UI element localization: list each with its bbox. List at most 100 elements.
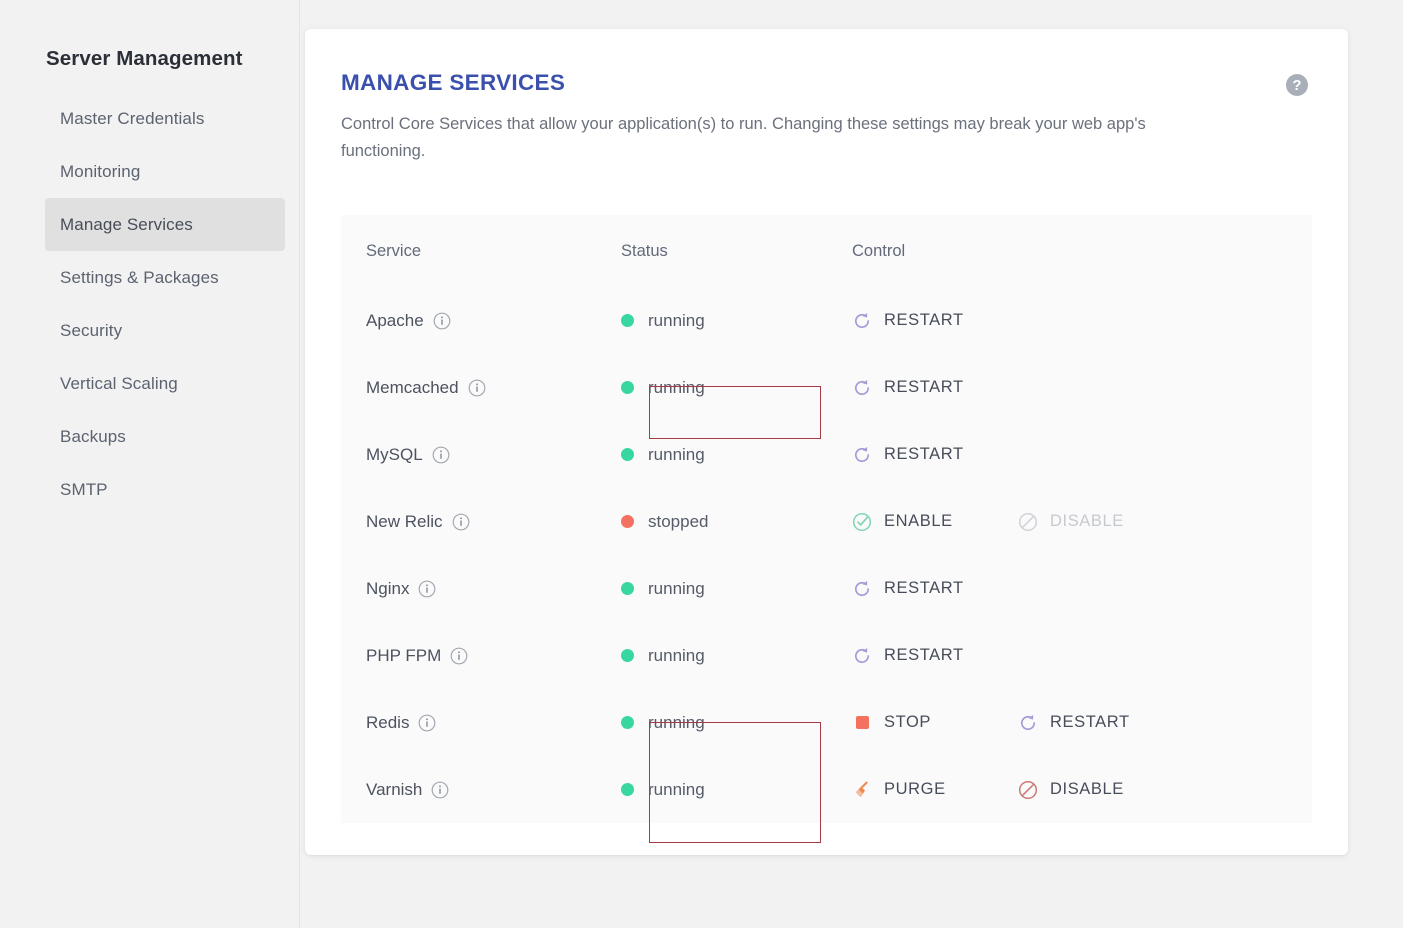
sidebar-item-label: SMTP bbox=[60, 479, 108, 499]
services-table: Service Status Control Apache running REST… bbox=[341, 215, 1312, 823]
sidebar-item-backups[interactable]: Backups bbox=[45, 410, 285, 463]
status-label: running bbox=[648, 310, 705, 330]
disable-button[interactable]: DISABLE bbox=[1018, 780, 1184, 800]
status-cell: running bbox=[621, 579, 852, 599]
svg-text:?: ? bbox=[1292, 77, 1301, 94]
info-icon[interactable] bbox=[418, 714, 436, 732]
info-icon[interactable] bbox=[433, 312, 451, 330]
table-row: Nginx running RESTART bbox=[341, 555, 1312, 622]
sidebar-nav: Master Credentials Monitoring Manage Servi… bbox=[45, 92, 285, 516]
control-label: PURGE bbox=[884, 780, 946, 798]
control-cell: ENABLE DISABLE bbox=[852, 512, 1312, 532]
sidebar-item-manage-services[interactable]: Manage Services bbox=[45, 198, 285, 251]
restart-button[interactable]: RESTART bbox=[1018, 713, 1184, 733]
status-cell: stopped bbox=[621, 512, 852, 532]
restart-button[interactable]: RESTART bbox=[852, 311, 1018, 331]
status-dot-running bbox=[621, 716, 634, 729]
column-header-control: Control bbox=[852, 241, 906, 260]
status-label: running bbox=[648, 377, 705, 397]
manage-services-card: MANAGE SERVICES Control Core Services th… bbox=[305, 29, 1348, 855]
restart-icon bbox=[1018, 713, 1038, 733]
sidebar: Server Management Master Credentials Moni… bbox=[0, 0, 300, 928]
info-icon[interactable] bbox=[432, 446, 450, 464]
control-label: ENABLE bbox=[884, 512, 953, 530]
table-body: Apache running RESTART Memcached running REST… bbox=[341, 287, 1312, 823]
restart-icon bbox=[852, 378, 872, 398]
restart-button[interactable]: RESTART bbox=[852, 579, 1018, 599]
info-icon[interactable] bbox=[431, 781, 449, 799]
info-icon[interactable] bbox=[418, 580, 436, 598]
control-cell: RESTART bbox=[852, 378, 1312, 398]
disable-button: DISABLE bbox=[1018, 512, 1184, 532]
sidebar-item-monitoring[interactable]: Monitoring bbox=[45, 145, 285, 198]
ban-icon bbox=[1018, 512, 1038, 532]
sidebar-item-label: Master Credentials bbox=[60, 108, 205, 128]
restart-button[interactable]: RESTART bbox=[852, 646, 1018, 666]
restart-icon bbox=[852, 311, 872, 331]
status-label: running bbox=[648, 645, 705, 665]
table-row: PHP FPM running RESTART bbox=[341, 622, 1312, 689]
status-cell: running bbox=[621, 378, 852, 398]
column-header-service: Service bbox=[366, 241, 422, 260]
status-label: stopped bbox=[648, 511, 709, 531]
table-row: Varnish running PURGE DISABLE bbox=[341, 756, 1312, 823]
stop-button[interactable]: STOP bbox=[852, 713, 1018, 733]
restart-icon bbox=[852, 445, 872, 465]
control-cell: PURGE DISABLE bbox=[852, 780, 1312, 800]
page-title: MANAGE SERVICES bbox=[341, 70, 566, 95]
table-row: New Relic stopped ENABLE DISABLE bbox=[341, 488, 1312, 555]
status-dot-running bbox=[621, 649, 634, 662]
service-cell: Redis bbox=[341, 713, 621, 733]
table-header-row: Service Status Control bbox=[341, 215, 1312, 287]
sidebar-item-label: Backups bbox=[60, 426, 126, 446]
sidebar-item-smtp[interactable]: SMTP bbox=[45, 463, 285, 516]
status-dot-running bbox=[621, 448, 634, 461]
status-cell: running bbox=[621, 646, 852, 666]
control-cell: STOP RESTART bbox=[852, 713, 1312, 733]
sidebar-item-security[interactable]: Security bbox=[45, 304, 285, 357]
sidebar-item-label: Manage Services bbox=[60, 214, 193, 234]
table-row: Apache running RESTART bbox=[341, 287, 1312, 354]
purge-button[interactable]: PURGE bbox=[852, 780, 1018, 800]
status-dot-stopped bbox=[621, 515, 634, 528]
status-dot-running bbox=[621, 783, 634, 796]
service-name: Redis bbox=[366, 712, 410, 732]
info-icon[interactable] bbox=[450, 647, 468, 665]
status-label: running bbox=[648, 712, 705, 732]
control-cell: RESTART bbox=[852, 646, 1312, 666]
service-cell: Varnish bbox=[341, 780, 621, 800]
table-row: MySQL running RESTART bbox=[341, 421, 1312, 488]
sidebar-item-master-credentials[interactable]: Master Credentials bbox=[45, 92, 285, 145]
control-label: DISABLE bbox=[1050, 780, 1124, 798]
service-name: New Relic bbox=[366, 511, 443, 531]
status-dot-running bbox=[621, 381, 634, 394]
sidebar-item-vertical-scaling[interactable]: Vertical Scaling bbox=[45, 357, 285, 410]
sidebar-item-settings-packages[interactable]: Settings & Packages bbox=[45, 251, 285, 304]
service-name: MySQL bbox=[366, 444, 423, 464]
sidebar-item-label: Settings & Packages bbox=[60, 267, 219, 287]
sidebar-item-label: Vertical Scaling bbox=[60, 373, 178, 393]
status-cell: running bbox=[621, 445, 852, 465]
control-label: RESTART bbox=[884, 646, 964, 664]
control-cell: RESTART bbox=[852, 579, 1312, 599]
control-label: DISABLE bbox=[1050, 512, 1124, 530]
enable-button[interactable]: ENABLE bbox=[852, 512, 1018, 532]
control-label: RESTART bbox=[884, 311, 964, 329]
service-cell: MySQL bbox=[341, 445, 621, 465]
control-label: RESTART bbox=[884, 378, 964, 396]
status-dot-running bbox=[621, 314, 634, 327]
service-cell: New Relic bbox=[341, 512, 621, 532]
restart-button[interactable]: RESTART bbox=[852, 378, 1018, 398]
table-row: Memcached running RESTART bbox=[341, 354, 1312, 421]
restart-icon bbox=[852, 579, 872, 599]
help-circle-icon[interactable]: ? bbox=[1285, 73, 1309, 97]
service-cell: Apache bbox=[341, 311, 621, 331]
service-cell: Nginx bbox=[341, 579, 621, 599]
restart-button[interactable]: RESTART bbox=[852, 445, 1018, 465]
sidebar-item-label: Monitoring bbox=[60, 161, 141, 181]
info-icon[interactable] bbox=[468, 379, 486, 397]
column-header-status: Status bbox=[621, 241, 668, 260]
service-name: Memcached bbox=[366, 377, 459, 397]
status-label: running bbox=[648, 444, 705, 464]
info-icon[interactable] bbox=[452, 513, 470, 531]
